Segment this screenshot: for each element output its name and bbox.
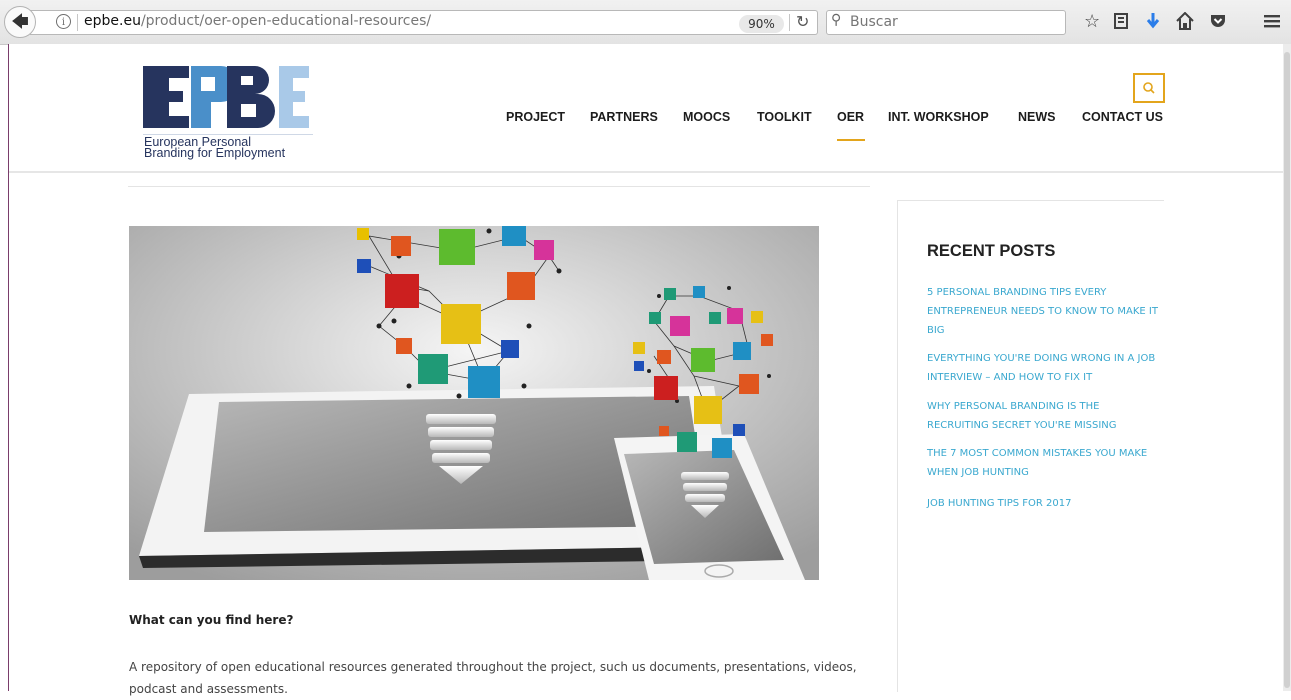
back-arrow-icon: 🡄 — [11, 12, 29, 32]
logo-caption: European Personal Branding for Employmen… — [144, 135, 286, 160]
hamburger-menu-icon[interactable] — [1263, 12, 1281, 35]
back-button[interactable]: 🡄 — [4, 6, 36, 38]
hero-image — [129, 226, 819, 580]
magnifier-icon: ⚲ — [831, 12, 842, 28]
recent-posts-title: RECENT POSTS — [927, 242, 1056, 260]
browser-search-placeholder: Buscar — [850, 14, 898, 30]
url-divider-2 — [789, 14, 790, 31]
reload-icon[interactable]: ↻ — [796, 12, 809, 31]
zoom-level-badge[interactable]: 90% — [739, 15, 784, 33]
home-icon[interactable] — [1176, 11, 1194, 35]
section-paragraph: A repository of open educational resourc… — [129, 660, 857, 696]
content-divider — [128, 186, 870, 187]
url-text[interactable]: epbe.eu/product/oer-open-educational-res… — [84, 13, 431, 29]
nav-item-int-workshop[interactable]: INT. WORKSHOP — [888, 110, 989, 124]
nav-item-news[interactable]: NEWS — [1018, 110, 1056, 124]
recent-post-link-4[interactable]: THE 7 MOST COMMON MISTAKES YOU MAKE WHEN… — [927, 444, 1159, 482]
nav-item-contact-us[interactable]: CONTACT US — [1082, 110, 1163, 124]
search-icon — [1143, 82, 1155, 94]
section-heading: What can you find here? — [129, 613, 294, 627]
pocket-icon[interactable] — [1209, 12, 1227, 35]
bookmark-star-icon[interactable]: ☆ — [1084, 12, 1100, 32]
recent-post-link-1[interactable]: 5 PERSONAL BRANDING TIPS EVERY ENTREPREN… — [927, 283, 1159, 340]
nav-item-oer[interactable]: OER — [837, 110, 864, 124]
header-divider — [9, 171, 1283, 173]
site-search-button[interactable] — [1133, 73, 1165, 103]
url-host: epbe.eu — [84, 13, 141, 29]
reading-list-icon[interactable] — [1113, 12, 1129, 35]
download-icon[interactable] — [1145, 12, 1161, 35]
nav-active-indicator — [837, 139, 865, 141]
url-divider — [77, 14, 78, 31]
nav-item-moocs[interactable]: MOOCS — [683, 110, 730, 124]
nav-item-project[interactable]: PROJECT — [506, 110, 565, 124]
site-info-icon[interactable]: i — [56, 14, 71, 29]
nav-item-partners[interactable]: PARTNERS — [590, 110, 658, 124]
recent-post-link-3[interactable]: WHY PERSONAL BRANDING IS THE RECRUITING … — [927, 397, 1159, 435]
recent-post-link-5[interactable]: JOB HUNTING TIPS FOR 2017 — [927, 494, 1159, 513]
scrollbar-thumb[interactable] — [1284, 52, 1290, 688]
recent-post-link-2[interactable]: EVERYTHING YOU'RE DOING WRONG IN A JOB I… — [927, 349, 1159, 387]
nav-item-toolkit[interactable]: TOOLKIT — [757, 110, 812, 124]
url-path: /product/oer-open-educational-resources/ — [140, 13, 432, 29]
